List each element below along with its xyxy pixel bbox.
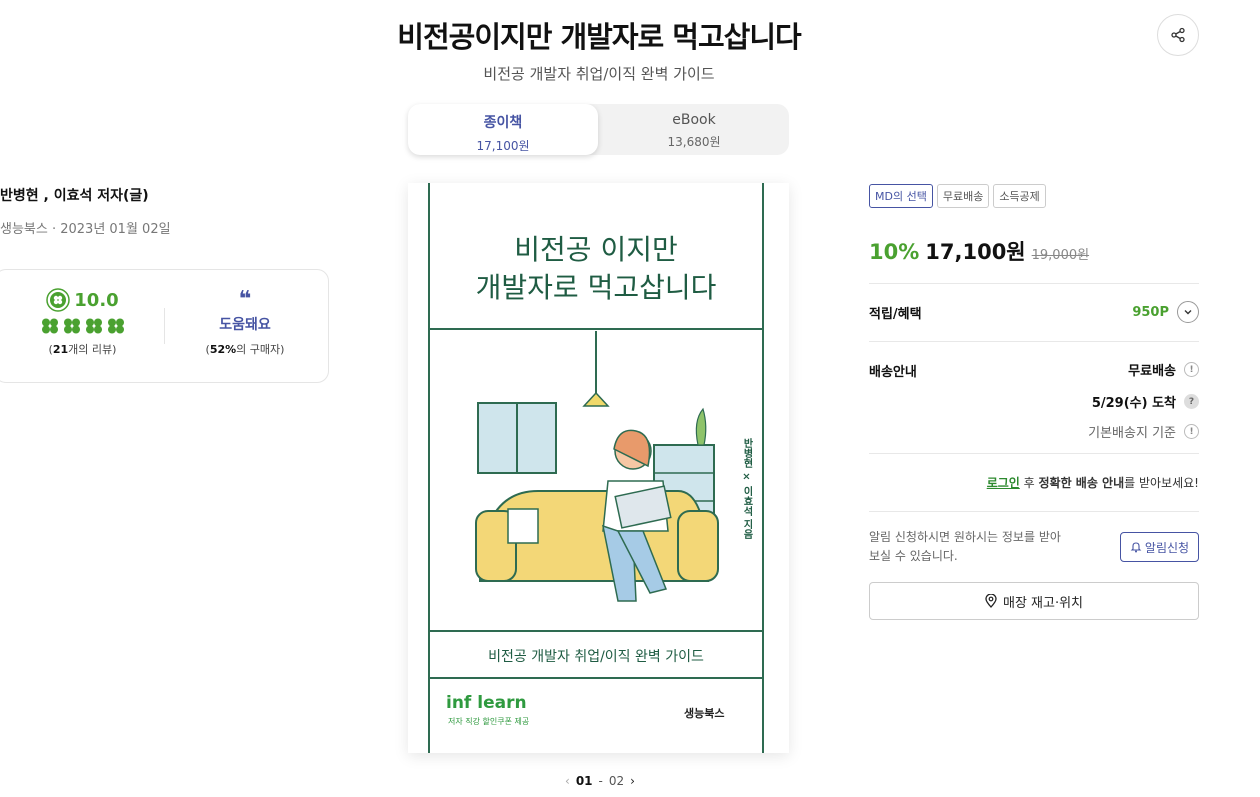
tab-price: 13,680원 <box>667 135 721 149</box>
login-link[interactable]: 로그인 <box>987 476 1020 490</box>
pager-separator: - <box>598 774 603 788</box>
sale-price: 17,100원 <box>925 240 1026 264</box>
review-count: (21개의 리뷰) <box>48 343 117 356</box>
price-row: 10% 17,100원 19,000원 <box>869 236 1089 266</box>
product-badges: MD의 선택 무료배송 소득공제 <box>869 184 1046 208</box>
cover-title: 비전공 이지만 개발자로 먹고삽니다 <box>475 233 717 304</box>
badge-md-pick: MD의 선택 <box>869 184 933 208</box>
helpful-section: ❝ 도움돼요 (52%의 구매자) <box>180 287 310 357</box>
inflearn-logo-caption: 저자 직강 할인쿠폰 제공 <box>448 717 530 726</box>
clover-icon <box>85 318 102 334</box>
cover-divider <box>428 328 764 330</box>
badge-free-shipping: 무료배송 <box>936 184 990 208</box>
publisher-date: 생능북스 · 2023년 01월 02일 <box>0 222 171 237</box>
shipping-basis: 기본배송지 기준 <box>1088 426 1176 441</box>
rating-section: 10.0 (21개의 리뷰) <box>25 288 140 357</box>
author-info[interactable]: 반병현 , 이효석 저자(글) <box>0 185 149 205</box>
notification-text: 알림 신청하시면 원하시는 정보를 받아 보실 수 있습니다. <box>869 530 1061 563</box>
helpful-label: 도움돼요 <box>219 317 271 333</box>
help-icon[interactable]: ? <box>1184 394 1199 409</box>
basis-row: 기본배송지 기준 ! <box>1088 422 1199 441</box>
cover-subtitle: 비전공 개발자 취업/이직 완벽 가이드 <box>488 649 704 665</box>
share-icon <box>1171 27 1185 43</box>
rating-score: 10.0 <box>74 289 119 311</box>
share-button[interactable] <box>1157 14 1199 56</box>
arrival-date: 5/29(수) 도착 <box>1091 396 1176 411</box>
cover-divider <box>428 630 764 632</box>
helpful-percentage: (52%의 구매자) <box>205 343 285 356</box>
image-pager: ‹ 01 - 02 › <box>560 774 640 788</box>
clover-icon <box>107 318 124 334</box>
chevron-right-icon[interactable]: › <box>630 774 635 788</box>
expand-benefits-button[interactable] <box>1177 301 1199 323</box>
tab-price: 17,100원 <box>476 139 530 153</box>
clover-icon <box>41 318 58 334</box>
tab-ebook[interactable]: eBook 13,680원 <box>599 104 789 155</box>
page-subtitle: 비전공 개발자 취업/이직 완벽 가이드 <box>483 65 715 83</box>
badge-tax-deduction: 소득공제 <box>993 184 1046 208</box>
divider <box>869 283 1199 284</box>
shipping-type: 무료배송 <box>1128 364 1176 379</box>
clover-icon <box>63 318 80 334</box>
inflearn-logo: inf learn <box>446 693 527 713</box>
login-notice: 로그인 후 정확한 배송 안내를 받아보세요! <box>986 476 1199 490</box>
chevron-down-icon <box>1184 310 1192 315</box>
original-price: 19,000원 <box>1031 248 1090 263</box>
divider <box>869 453 1199 454</box>
quote-icon: ❝ <box>238 287 252 312</box>
cover-divider <box>428 677 764 679</box>
shipping-label: 배송안내 <box>869 365 917 380</box>
benefits-label: 적립/혜택 <box>869 307 922 322</box>
shipping-type-row: 무료배송 ! <box>1128 360 1199 379</box>
tab-label: eBook <box>672 112 716 128</box>
cover-author-vertical: 반병현 × 이효석 지음 <box>741 438 752 540</box>
divider <box>869 341 1199 342</box>
pager-current: 01 <box>575 774 593 788</box>
book-cover-image[interactable]: 비전공 이지만 개발자로 먹고삽니다 반병현 × 이효석 지음 비전공 개발자 … <box>408 183 789 753</box>
cover-illustration <box>475 331 719 602</box>
points-amount: 950P <box>1132 304 1169 320</box>
clover-badge-icon <box>46 288 71 312</box>
pager-total: 02 <box>608 774 625 788</box>
location-pin-icon <box>985 594 997 608</box>
notification-button[interactable]: 알림신청 <box>1120 532 1199 562</box>
info-icon[interactable]: ! <box>1184 362 1199 377</box>
store-stock-button[interactable]: 매장 재고·위치 <box>869 582 1199 620</box>
publisher-logo: 생능북스 <box>684 707 725 720</box>
bell-icon <box>1130 542 1142 553</box>
tab-label: 종이책 <box>483 115 523 131</box>
benefits-value: 950P <box>1132 301 1199 323</box>
discount-rate: 10% <box>869 240 920 264</box>
tab-paperbook[interactable]: 종이책 17,100원 <box>408 104 598 155</box>
arrival-row: 5/29(수) 도착 ? <box>1092 392 1199 411</box>
page-title: 비전공이지만 개발자로 먹고삽니다 <box>397 20 801 54</box>
divider <box>164 308 165 344</box>
chevron-left-icon[interactable]: ‹ <box>565 774 570 788</box>
format-tabs: 종이책 17,100원 eBook 13,680원 <box>408 104 789 155</box>
review-summary[interactable]: 10.0 (21개의 리뷰) ❝ 도움돼요 (52%의 구매자) <box>0 269 329 383</box>
info-icon[interactable]: ! <box>1184 424 1199 439</box>
divider <box>869 511 1199 512</box>
clover-rating <box>25 318 140 334</box>
